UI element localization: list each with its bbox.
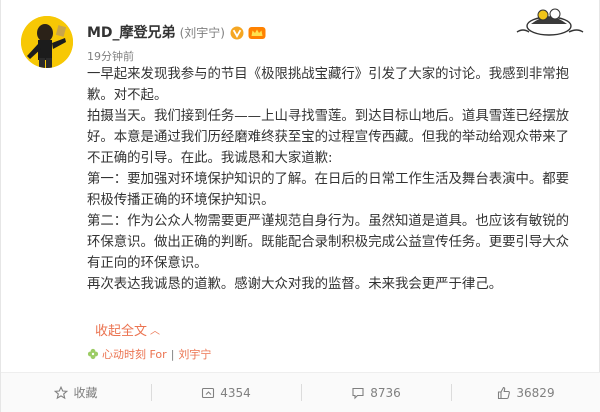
author-realname: (刘宇宁) [179,25,225,40]
author-name[interactable]: MD_摩登兄弟 [87,22,176,42]
post-paragraph: 一早起来发现我参与的节目《极限挑战宝藏行》引发了大家的讨论。我感到非常抱歉。对不… [87,67,570,103]
star-icon [54,385,69,399]
weibo-post-card: MD_摩登兄弟 (刘宇宁) 19分钟前 一早起来发现我参与的节目《极限挑战宝藏行… [0,0,600,412]
post-paragraph: 拍摄当天。我们接到任务——上山寻找雪莲。到达目标山地后。道具雪莲已经摆放好。本意… [87,109,570,166]
author-name-row: MD_摩登兄弟 (刘宇宁) [87,22,266,42]
comment-icon [352,387,364,399]
post-paragraph: 第二：作为公众人物需要更严谨规范自身行为。虽然知道是道具。也应该有敏锐的环保意识… [87,214,570,271]
avatar[interactable] [21,16,73,68]
collapse-label: 收起全文 [95,324,148,339]
collapse-text-link[interactable]: 收起全文 ︿ [95,320,160,339]
comment-button[interactable]: 8736 [301,373,451,412]
like-count: 36829 [516,385,555,400]
favorite-button[interactable]: 收藏 [1,373,151,412]
thumbs-up-icon [498,386,511,399]
comment-count: 8736 [370,385,401,400]
verified-badge-icon[interactable] [230,25,244,40]
favorite-label: 收藏 [73,386,98,400]
repost-count: 4354 [220,385,251,400]
source-separator: | [170,347,175,361]
post-paragraph: 第一：要加强对环境保护知识的了解。在日后的日常工作生活及舞台表演中。都要积极传播… [87,172,570,208]
source-label[interactable]: 心动时刻 For [102,346,167,362]
post-paragraph: 再次表达我诚恳的道歉。感谢大众对我的监督。未来我会更严于律己。 [87,277,503,292]
vip-crown-icon[interactable] [248,25,266,39]
action-bar: 收藏 4354 8736 36829 [1,372,600,412]
post-time[interactable]: 19分钟前 [87,48,134,64]
repost-button[interactable]: 4354 [151,373,301,412]
post-source: 心动时刻 For | 刘宇宁 [87,346,211,362]
chevron-up-icon: ︿ [150,326,161,337]
clover-icon [87,348,99,360]
header-decoration-cartoon [513,2,587,38]
source-author-link[interactable]: 刘宇宁 [178,346,211,362]
repost-icon [202,387,215,398]
like-button[interactable]: 36829 [451,373,600,412]
post-content: 一早起来发现我参与的节目《极限挑战宝藏行》引发了大家的讨论。我感到非常抱歉。对不… [87,64,579,295]
